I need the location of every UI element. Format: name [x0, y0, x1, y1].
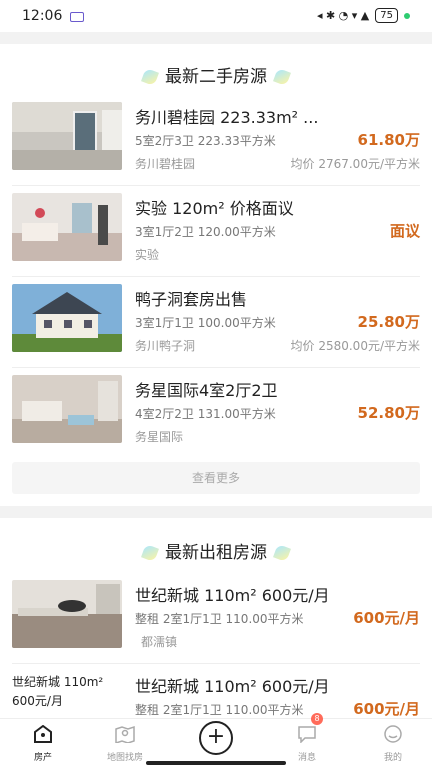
listing-price: 面议 [389, 222, 420, 240]
listing-community: 实验 [135, 248, 160, 262]
divider [12, 276, 420, 277]
listing-photo [12, 193, 122, 261]
chat-bubble-icon [298, 726, 316, 743]
rental-layout: 整租 2室1厅1卫 110.00平方米 [135, 612, 304, 626]
status-icons: ◂ ✱ ◔ ▾ ▲ 75 [317, 8, 410, 23]
broken-image-alt: 世纪新城 110m² 600元/月 [12, 675, 104, 708]
divider [12, 367, 420, 368]
listing-item[interactable]: 务川碧桂园 223.33m² ... 5室2厅3卫 223.33平方米 61.8… [0, 96, 432, 186]
status-time: 12:06 [22, 8, 63, 24]
listing-community: 务川鸭子洞 [135, 339, 196, 353]
rental-section: 最新出租房源 世纪新城 110m² 600元/月 整租 2室1厅1卫 110.0… [0, 518, 432, 718]
rental-area: 都濡镇 [141, 635, 178, 649]
section-title: 最新二手房源 [0, 62, 432, 87]
listing-title: 实验 120m² 价格面议 [135, 199, 294, 218]
listing-title: 鸭子洞套房出售 [135, 290, 248, 309]
second-hand-section: 最新二手房源 务川碧桂园 223.33m² ... 5室2厅3卫 223.33平… [0, 44, 432, 506]
rental-layout: 整租 2室1厅1卫 110.00平方米 [135, 703, 304, 717]
rental-title: 世纪新城 110m² 600元/月 [135, 677, 330, 696]
battery-icon: 75 [375, 8, 398, 23]
listing-price: 52.80万 [357, 404, 420, 422]
view-more-button[interactable]: 查看更多 [12, 462, 420, 494]
tab-home[interactable]: 房产 [0, 719, 86, 769]
feather-icon [141, 544, 159, 562]
listing-unit-price: 均价 2767.00元/平方米 [290, 157, 420, 171]
feather-icon [273, 544, 291, 562]
rental-price: 600元/月 [353, 700, 420, 718]
feather-icon [273, 68, 291, 86]
listing-photo [12, 284, 122, 352]
listing-layout: 5室2厅3卫 223.33平方米 [135, 134, 276, 148]
home-indicator [146, 761, 286, 765]
signal-icons: ◂ ✱ ◔ ▾ ▲ [316, 9, 370, 22]
status-bar: 12:06 ◂ ✱ ◔ ▾ ▲ 75 [0, 0, 432, 32]
listing-item[interactable]: 务星国际4室2厅2卫 4室2厅2卫 131.00平方米 52.80万 务星国际 [0, 369, 432, 459]
listing-community: 务川碧桂园 [135, 157, 196, 171]
add-listing-button[interactable]: + [199, 721, 233, 755]
listing-photo [12, 375, 122, 443]
smiley-icon [384, 725, 402, 743]
message-count-badge: 8 [311, 713, 323, 725]
listing-title: 务川碧桂园 223.33m² ... [135, 108, 319, 127]
listing-unit-price: 均价 2580.00元/平方米 [290, 339, 420, 353]
feather-icon [141, 68, 159, 86]
divider [12, 185, 420, 186]
listing-item[interactable]: 鸭子洞套房出售 3室1厅1卫 100.00平方米 25.80万 务川鸭子洞 均价… [0, 278, 432, 368]
listing-community: 务星国际 [135, 430, 184, 444]
rental-photo [12, 580, 122, 648]
rental-price: 600元/月 [353, 609, 420, 627]
listing-item[interactable]: 实验 120m² 价格面议 3室1厅2卫 120.00平方米 面议 实验 [0, 187, 432, 277]
listing-title: 务星国际4室2厅2卫 [135, 381, 278, 400]
app-notification-icon [70, 12, 84, 22]
tab-mine[interactable]: 我的 [350, 719, 432, 769]
house-icon [34, 725, 52, 743]
listing-layout: 3室1厅2卫 120.00平方米 [135, 225, 276, 239]
listing-layout: 4室2厅2卫 131.00平方米 [135, 407, 276, 421]
listing-photo [12, 102, 122, 170]
listing-price: 61.80万 [357, 131, 420, 149]
listing-layout: 3室1厅1卫 100.00平方米 [135, 316, 276, 330]
divider [12, 663, 420, 664]
listing-price: 25.80万 [357, 313, 420, 331]
rental-title: 世纪新城 110m² 600元/月 [135, 586, 330, 605]
section-title: 最新出租房源 [0, 538, 432, 563]
privacy-indicator-icon [404, 12, 410, 19]
rental-item[interactable]: 世纪新城 110m² 600元/月 整租 2室1厅1卫 110.00平方米 60… [0, 574, 432, 664]
map-icon [115, 725, 135, 743]
